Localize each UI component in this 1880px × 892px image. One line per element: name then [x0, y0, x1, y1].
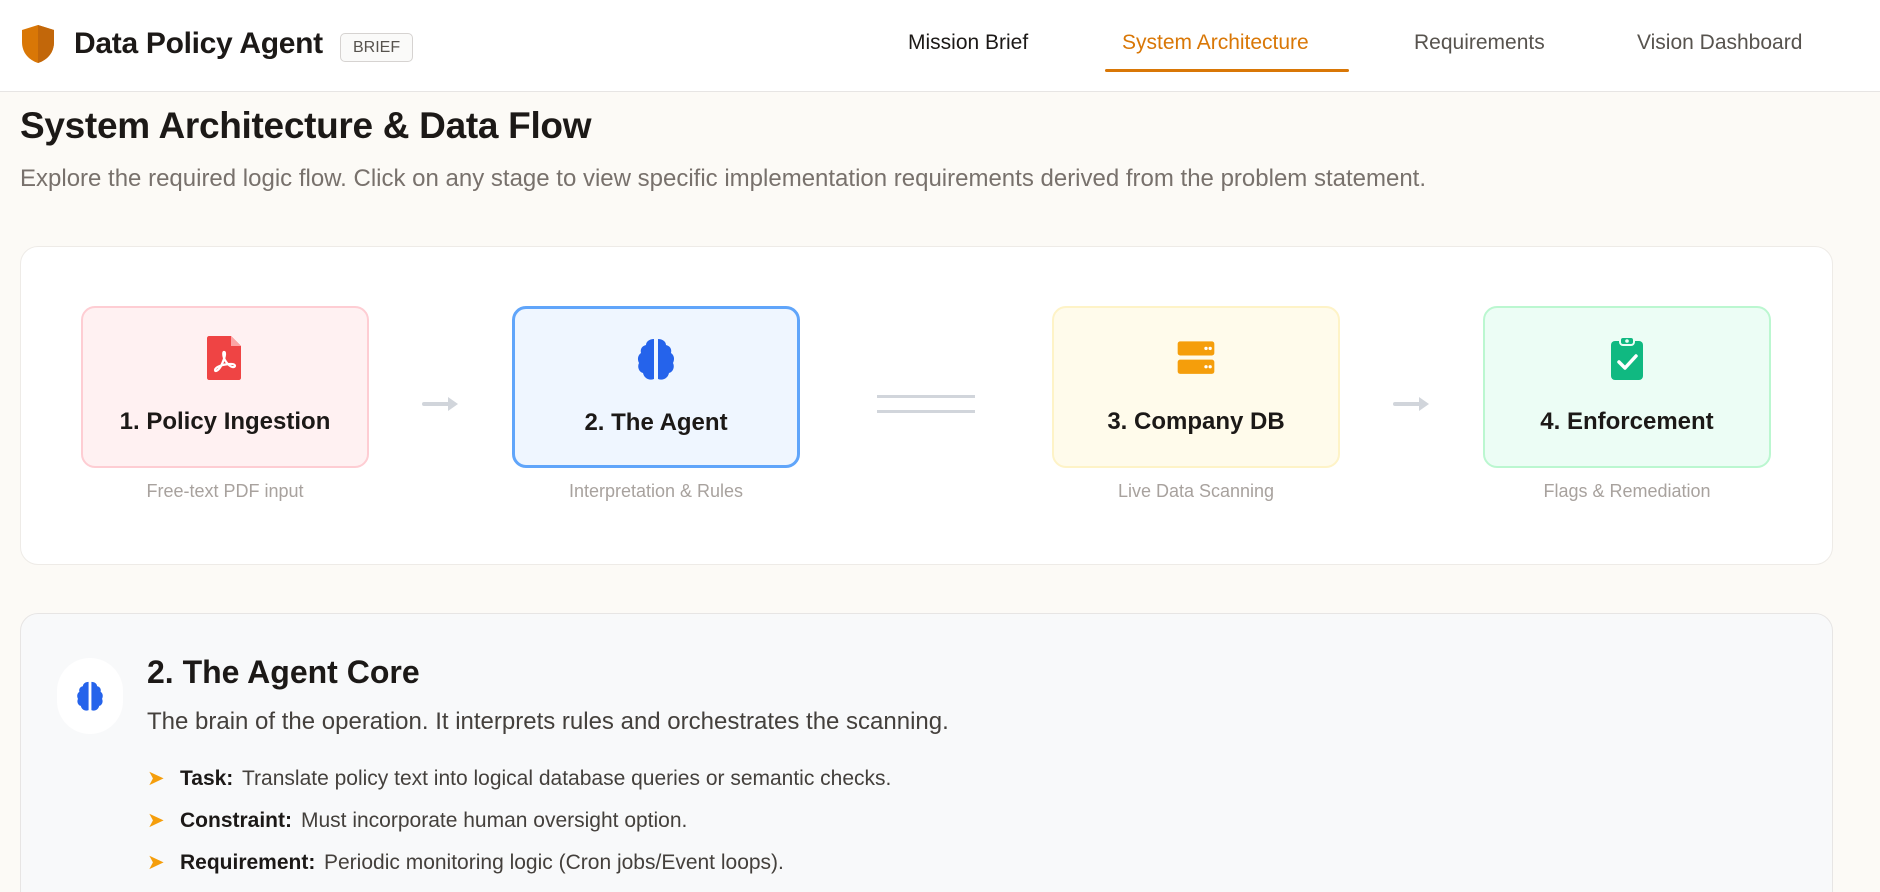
stage-caption: Free-text PDF input [146, 481, 304, 501]
arrow-right-icon [1393, 397, 1429, 411]
detail-description: The brain of the operation. It interpret… [147, 708, 949, 735]
stage-caption: Interpretation & Rules [568, 481, 744, 501]
app-title: Data Policy Agent [74, 27, 323, 60]
detail-item-label: Task: [180, 767, 234, 790]
stage-caption: Flags & Remediation [1543, 481, 1711, 501]
detail-item-text: Translate policy text into logical datab… [242, 767, 892, 790]
active-tab-indicator [1105, 69, 1349, 72]
detail-item-label: Requirement: [180, 851, 316, 874]
top-header: Data Policy Agent BRIEF Mission Brief Sy… [0, 0, 1880, 92]
page-title: System Architecture & Data Flow [20, 105, 592, 146]
detail-icon-badge [57, 658, 123, 734]
stage-the-agent[interactable]: 2. The Agent [512, 306, 800, 468]
detail-item-text: Must incorporate human oversight option. [301, 809, 688, 832]
arrow-bullet-icon: ➤ [147, 767, 165, 790]
arrow-bullet-icon: ➤ [147, 851, 165, 874]
stage-title: 2. The Agent [584, 409, 728, 436]
stage-company-db[interactable]: 3. Company DB [1052, 306, 1340, 468]
server-icon [1177, 341, 1215, 374]
brain-icon [637, 339, 675, 380]
shield-logo-icon [22, 25, 54, 63]
arrow-bullet-icon: ➤ [147, 809, 165, 832]
stage-title: 4. Enforcement [1540, 408, 1714, 435]
stage-title: 1. Policy Ingestion [119, 408, 331, 435]
stage-title: 3. Company DB [1107, 408, 1285, 435]
tab-system-architecture[interactable]: System Architecture [1122, 28, 1309, 58]
pdf-file-icon [207, 336, 241, 380]
tab-requirements[interactable]: Requirements [1414, 28, 1545, 58]
page-subtitle: Explore the required logic flow. Click o… [20, 165, 1427, 192]
brain-icon [77, 681, 103, 711]
stage-enforcement[interactable]: 4. Enforcement [1483, 306, 1771, 468]
tab-vision-dashboard[interactable]: Vision Dashboard [1637, 28, 1802, 58]
connector-lines [877, 395, 975, 413]
stage-policy-ingestion[interactable]: 1. Policy Ingestion [81, 306, 369, 468]
clipboard-check-icon [1611, 336, 1643, 380]
arrow-right-icon [422, 397, 458, 411]
brief-badge: BRIEF [340, 33, 414, 62]
tab-mission-brief[interactable]: Mission Brief [908, 28, 1028, 58]
stage-caption: Live Data Scanning [1117, 481, 1275, 501]
detail-item-text: Periodic monitoring logic (Cron jobs/Eve… [324, 851, 784, 874]
detail-item-label: Constraint: [180, 809, 292, 832]
detail-title: 2. The Agent Core [147, 654, 420, 690]
